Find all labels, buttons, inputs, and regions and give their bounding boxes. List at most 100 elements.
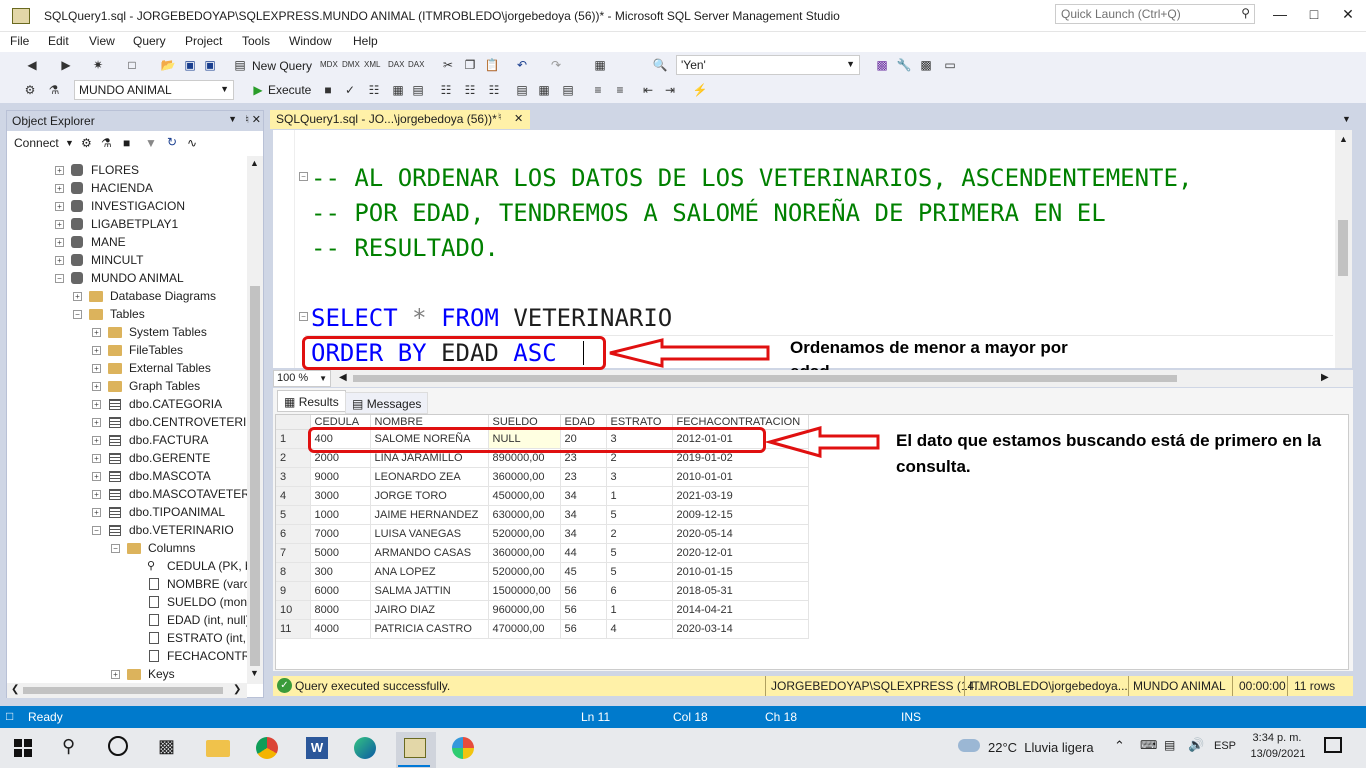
menu-file[interactable]: File [10, 34, 29, 48]
execute-button[interactable]: Execute [268, 83, 311, 97]
table-cell[interactable]: 2020-05-14 [672, 524, 809, 544]
row-number-cell[interactable]: 1 [276, 429, 311, 449]
intellisense-icon[interactable]: ▤ [410, 82, 426, 98]
expand-icon[interactable]: + [92, 472, 101, 481]
menu-help[interactable]: Help [353, 34, 378, 48]
scroll-up-icon[interactable]: ▲ [250, 158, 259, 168]
close-button[interactable]: ✕ [1336, 6, 1360, 26]
toolbox-icon[interactable]: ▩ [918, 57, 934, 73]
file-explorer-icon[interactable] [206, 740, 230, 757]
table-cell[interactable]: 9000 [310, 467, 371, 487]
table-cell[interactable]: JAIRO DIAZ [370, 600, 489, 620]
activity-monitor-icon[interactable]: ▦ [592, 57, 608, 73]
dmx-query-icon[interactable]: DMX [342, 57, 360, 73]
expand-icon[interactable]: + [73, 292, 82, 301]
table-cell[interactable]: 4 [606, 619, 673, 639]
table-cell[interactable]: 2018-05-31 [672, 581, 809, 601]
table-cell[interactable]: 44 [560, 543, 607, 563]
scroll-left-icon[interactable]: ❮ [11, 684, 19, 695]
add-item-icon[interactable]: □ [124, 57, 140, 73]
disconnect-icon[interactable]: ⚗ [101, 136, 112, 150]
table-cell[interactable]: 520000,00 [488, 524, 561, 544]
menu-window[interactable]: Window [289, 34, 332, 48]
menu-edit[interactable]: Edit [48, 34, 69, 48]
table-cell[interactable]: 2014-04-21 [672, 600, 809, 620]
find-combo[interactable]: 'Yen' ▼ [676, 55, 860, 75]
menu-query[interactable]: Query [133, 34, 166, 48]
word-icon[interactable]: W [306, 737, 328, 759]
display-plan-icon[interactable]: ☷ [366, 82, 382, 98]
table-cell[interactable]: ANA LOPEZ [370, 562, 489, 582]
cortana-icon[interactable] [108, 736, 128, 756]
table-cell[interactable]: 5000 [310, 543, 371, 563]
filter-icon[interactable]: ▼ [145, 136, 157, 150]
table-cell[interactable]: 8000 [310, 600, 371, 620]
expand-icon[interactable]: + [55, 256, 64, 265]
dax-query-icon[interactable]: DAX [388, 57, 404, 73]
volume-icon[interactable]: 🔊 [1188, 737, 1204, 753]
row-number-cell[interactable]: 4 [276, 486, 311, 506]
table-cell[interactable]: 3 [606, 467, 673, 487]
save-icon[interactable]: ▣ [182, 57, 198, 73]
fold-icon[interactable]: − [299, 172, 308, 181]
pin-icon[interactable]: ♮ [245, 113, 249, 126]
expand-icon[interactable]: + [92, 346, 101, 355]
stop-icon[interactable]: ■ [123, 136, 130, 150]
cancel-query-icon[interactable]: ■ [320, 82, 336, 98]
table-cell[interactable]: 6 [606, 581, 673, 601]
table-cell[interactable]: 5 [606, 505, 673, 525]
collapse-icon[interactable]: − [111, 544, 120, 553]
scroll-left-icon[interactable]: ◀ [339, 372, 347, 383]
connect-button[interactable]: Connect [14, 136, 59, 150]
connect-icon[interactable]: ⚙ [81, 136, 92, 150]
table-cell[interactable]: 23 [560, 467, 607, 487]
object-explorer-hscrollbar[interactable]: ❮ ❯ [7, 683, 247, 698]
row-number-cell[interactable]: 2 [276, 448, 311, 468]
table-cell[interactable]: 56 [560, 600, 607, 620]
table-row[interactable]: 5 1000 JAIME HERNANDEZ 630000,00 34 5 2009-12-… [276, 505, 809, 525]
clock-date[interactable]: 13/09/2021 [1250, 748, 1306, 760]
keyboard-icon[interactable]: ⌨ [1140, 738, 1157, 752]
table-cell[interactable]: 2020-12-01 [672, 543, 809, 563]
collapse-icon[interactable]: − [92, 526, 101, 535]
quick-launch-input[interactable]: Quick Launch (Ctrl+Q) ⚲ [1055, 4, 1255, 24]
tab-overflow-icon[interactable]: ▼ [1342, 114, 1351, 124]
table-cell[interactable]: 1500000,00 [488, 581, 561, 601]
table-cell[interactable]: 2021-03-19 [672, 486, 809, 506]
network-icon[interactable]: ▤ [1164, 738, 1175, 752]
table-cell[interactable]: 56 [560, 619, 607, 639]
table-row[interactable]: 3 9000 LEONARDO ZEA 360000,00 23 3 2010-01-01 [276, 467, 809, 487]
language-indicator[interactable]: ESP [1214, 740, 1236, 752]
expand-icon[interactable]: + [92, 454, 101, 463]
table-cell[interactable]: 2010-01-01 [672, 467, 809, 487]
increase-indent-icon[interactable]: ⇥ [662, 82, 678, 98]
document-tab-sqlquery1[interactable]: SQLQuery1.sql - JO...\jorgebedoya (56))*… [270, 110, 530, 129]
search-icon[interactable]: ⚲ [62, 736, 75, 757]
close-tab-icon[interactable]: ✕ [514, 112, 523, 125]
row-number-cell[interactable]: 3 [276, 467, 311, 487]
table-cell[interactable]: 1 [606, 486, 673, 506]
table-cell[interactable]: 1 [606, 600, 673, 620]
expand-icon[interactable]: + [55, 238, 64, 247]
table-cell[interactable]: ARMANDO CASAS [370, 543, 489, 563]
uncomment-icon[interactable]: ≡ [612, 82, 628, 98]
output-window-icon[interactable]: □ [6, 709, 13, 723]
table-row[interactable]: 4 3000 JORGE TORO 450000,00 34 1 2021-03-19 [276, 486, 809, 506]
table-cell[interactable]: 4000 [310, 619, 371, 639]
find-icon[interactable]: 🔍 [652, 57, 668, 73]
table-cell[interactable]: LEONARDO ZEA [370, 467, 489, 487]
table-cell[interactable]: SALMA JATTIN [370, 581, 489, 601]
table-cell[interactable]: 1000 [310, 505, 371, 525]
row-number-cell[interactable]: 10 [276, 600, 311, 620]
expand-icon[interactable]: + [92, 328, 101, 337]
results-to-grid-icon[interactable]: ▦ [536, 82, 552, 98]
table-cell[interactable]: 34 [560, 505, 607, 525]
live-stats-icon[interactable]: ☷ [462, 82, 478, 98]
table-cell[interactable]: 360000,00 [488, 543, 561, 563]
table-cell[interactable]: 520000,00 [488, 562, 561, 582]
table-cell[interactable]: 6000 [310, 581, 371, 601]
table-cell[interactable]: 3000 [310, 486, 371, 506]
close-icon[interactable]: ✕ [252, 113, 261, 126]
expand-icon[interactable]: + [92, 418, 101, 427]
paint-icon[interactable] [452, 737, 474, 759]
